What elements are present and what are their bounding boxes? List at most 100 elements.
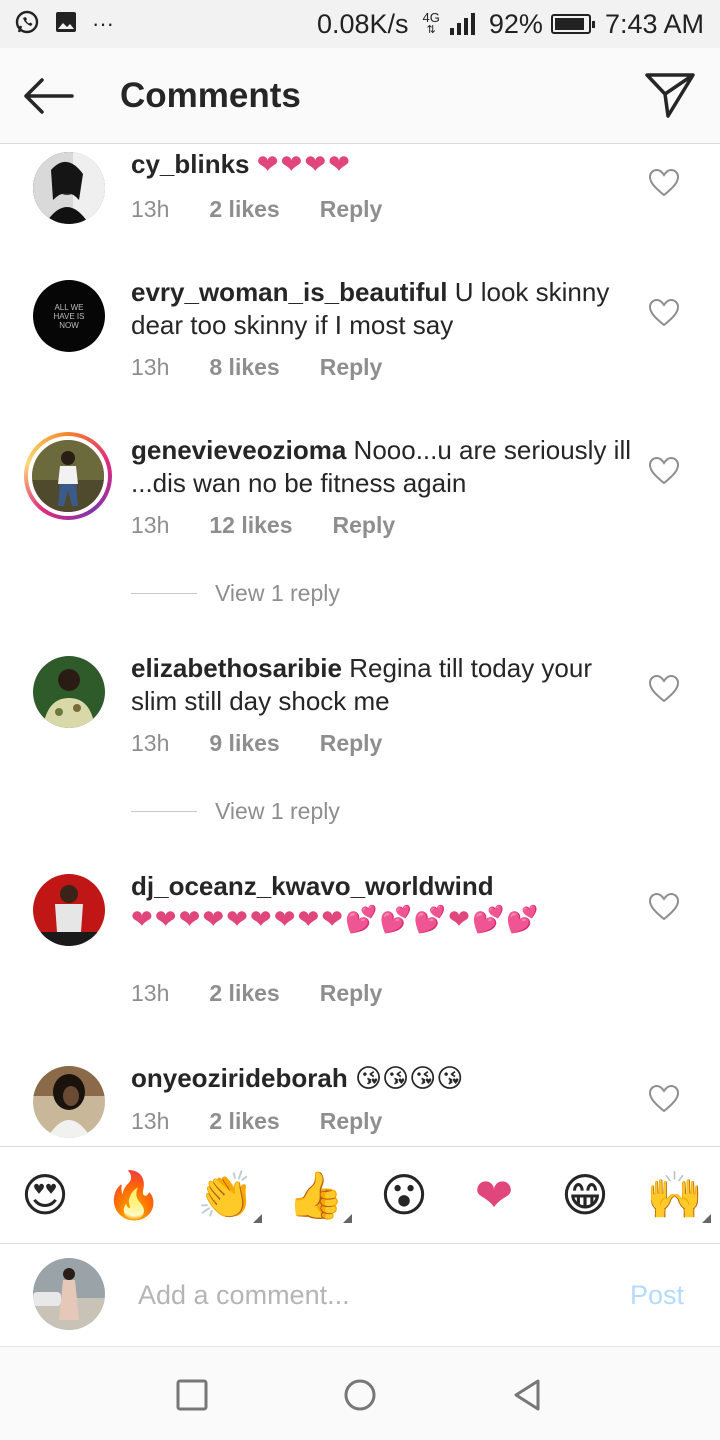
heart-outline-icon	[648, 1084, 680, 1113]
add-comment-input[interactable]	[138, 1272, 608, 1318]
heart-outline-icon	[648, 456, 680, 485]
emoji-surprised-button[interactable]: 😮	[374, 1167, 434, 1223]
like-comment-button[interactable]	[648, 892, 680, 922]
recent-apps-button[interactable]	[172, 1375, 212, 1415]
comment-likes[interactable]: 8 likes	[209, 354, 279, 381]
divider-line	[131, 592, 197, 595]
comment-emoji: 😘😘😘😘	[354, 1063, 464, 1093]
avatar[interactable]	[33, 152, 105, 224]
page-title: Comments	[120, 76, 301, 115]
battery-percent: 92%	[488, 8, 543, 39]
comment-likes[interactable]: 2 likes	[209, 196, 279, 223]
view-replies-label: View 1 reply	[215, 580, 340, 606]
emoji-clap-button[interactable]: 👏	[196, 1167, 262, 1223]
comment-username[interactable]: evry_woman_is_beautiful	[131, 277, 447, 307]
view-replies-button[interactable]: View 1 reply	[131, 580, 340, 607]
comment-meta: 13h 9 likes Reply	[131, 730, 382, 757]
comment-item: dj_oceanz_kwavo_worldwind ❤❤❤❤❤❤❤❤❤💕💕💕❤💕…	[0, 868, 720, 1028]
more-notifications-icon: ···	[92, 11, 114, 36]
comment-time: 13h	[131, 196, 170, 222]
comment-text: elizabethosaribie Regina till today your…	[131, 652, 631, 718]
arrow-left-icon	[24, 78, 74, 114]
avatar[interactable]: ALL WE HAVE IS NOW	[33, 280, 105, 352]
system-nav-bar	[0, 1346, 720, 1440]
network-speed: 0.08K/s	[316, 8, 409, 39]
paper-plane-icon	[645, 73, 695, 118]
emoji-thumbs-up-button[interactable]: 👍	[286, 1167, 352, 1223]
comment-time: 13h	[131, 512, 170, 538]
comment-meta: 13h 12 likes Reply	[131, 512, 395, 539]
avatar-caption: ALL WE HAVE IS NOW	[53, 302, 85, 330]
comment-text: evry_woman_is_beautiful U look skinny de…	[131, 276, 631, 342]
network-type: 4G ⇅	[422, 10, 440, 36]
skin-tone-indicator-icon	[343, 1214, 352, 1223]
comment-emoji: ❤❤❤❤	[256, 149, 352, 179]
emoji-grin-button[interactable]: 😁	[555, 1167, 615, 1223]
comment-meta: 13h 2 likes Reply	[131, 1108, 382, 1135]
comment-username[interactable]: cy_blinks	[131, 149, 250, 179]
battery-icon	[550, 14, 595, 34]
back-button[interactable]	[22, 76, 74, 116]
like-comment-button[interactable]	[648, 168, 680, 198]
skin-tone-indicator-icon	[702, 1214, 711, 1223]
comment-meta: 13h 8 likes Reply	[131, 354, 382, 381]
comment-text: dj_oceanz_kwavo_worldwind ❤❤❤❤❤❤❤❤❤💕💕💕❤💕…	[131, 870, 631, 936]
emoji-fire-button[interactable]: 🔥	[104, 1167, 164, 1223]
view-replies-label: View 1 reply	[215, 798, 340, 824]
post-button[interactable]: Post	[630, 1280, 684, 1311]
comment-item: onyeozirideborah 😘😘😘😘 13h 2 likes Reply	[0, 1060, 720, 1146]
system-back-button[interactable]	[508, 1375, 548, 1415]
comment-username[interactable]: dj_oceanz_kwavo_worldwind	[131, 871, 494, 901]
emoji-raised-hands-button[interactable]: 🙌	[645, 1167, 711, 1223]
comment-meta: 13h 2 likes Reply	[131, 196, 382, 223]
comment-likes[interactable]: 2 likes	[209, 1108, 279, 1135]
emoji-heart-eyes-button[interactable]: 😍	[15, 1167, 75, 1223]
gallery-icon	[54, 10, 78, 39]
comment-username[interactable]: genevieveozioma	[131, 435, 346, 465]
reply-button[interactable]: Reply	[320, 1108, 383, 1135]
heart-outline-icon	[648, 892, 680, 921]
comment-time: 13h	[131, 730, 170, 756]
comment-time: 13h	[131, 354, 170, 380]
comment-item: ALL WE HAVE IS NOW evry_woman_is_beautif…	[0, 274, 720, 404]
reply-button[interactable]: Reply	[320, 196, 383, 223]
avatar[interactable]	[33, 1066, 105, 1138]
home-button[interactable]	[340, 1375, 380, 1415]
comment-likes[interactable]: 2 likes	[209, 980, 279, 1007]
like-comment-button[interactable]	[648, 674, 680, 704]
reply-button[interactable]: Reply	[320, 354, 383, 381]
comment-likes[interactable]: 9 likes	[209, 730, 279, 757]
comment-item: genevieveozioma Nooo...u are seriously i…	[0, 432, 720, 612]
current-user-avatar	[33, 1258, 105, 1330]
reply-button[interactable]: Reply	[320, 730, 383, 757]
heart-outline-icon	[648, 298, 680, 327]
comment-time: 13h	[131, 1108, 170, 1134]
comment-meta: 13h 2 likes Reply	[131, 980, 382, 1007]
comment-time: 13h	[131, 980, 170, 1006]
circle-icon	[344, 1379, 376, 1411]
avatar[interactable]	[33, 874, 105, 946]
emoji-reaction-bar: 😍 🔥 👏 👍 😮 ❤ 😁 🙌	[0, 1146, 720, 1244]
triangle-back-icon	[514, 1379, 540, 1411]
clock: 7:43 AM	[604, 8, 704, 39]
view-replies-button[interactable]: View 1 reply	[131, 798, 340, 825]
comment-username[interactable]: elizabethosaribie	[131, 653, 342, 683]
like-comment-button[interactable]	[648, 456, 680, 486]
avatar-story-ring[interactable]	[24, 432, 112, 520]
heart-outline-icon	[648, 674, 680, 703]
avatar[interactable]	[33, 656, 105, 728]
comment-composer: Post	[0, 1244, 720, 1346]
heart-outline-icon	[648, 168, 680, 197]
like-comment-button[interactable]	[648, 298, 680, 328]
like-comment-button[interactable]	[648, 1084, 680, 1114]
comment-username[interactable]: onyeozirideborah	[131, 1063, 348, 1093]
comment-likes[interactable]: 12 likes	[209, 512, 292, 539]
skin-tone-indicator-icon	[253, 1214, 262, 1223]
comment-emoji: ❤❤❤❤❤❤❤❤❤💕💕💕❤💕💕	[131, 904, 541, 934]
square-icon	[176, 1379, 208, 1411]
emoji-heart-button[interactable]: ❤	[464, 1167, 524, 1223]
comment-text: genevieveozioma Nooo...u are seriously i…	[131, 434, 631, 500]
direct-share-button[interactable]	[644, 70, 700, 122]
reply-button[interactable]: Reply	[320, 980, 383, 1007]
reply-button[interactable]: Reply	[333, 512, 396, 539]
